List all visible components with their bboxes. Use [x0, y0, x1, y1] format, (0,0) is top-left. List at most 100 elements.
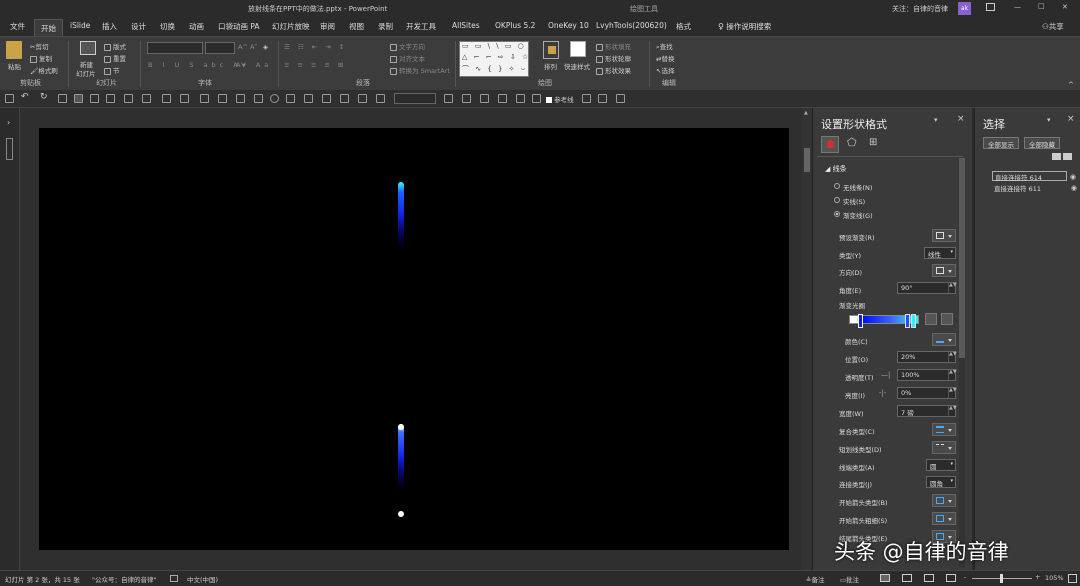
tab-insert[interactable]: 插入 [102, 21, 117, 32]
picture-icon[interactable] [462, 94, 471, 103]
rotate-icon[interactable] [180, 94, 189, 103]
save-icon[interactable] [5, 94, 14, 103]
presentation-icon[interactable] [58, 94, 67, 103]
shapes-gallery[interactable]: ▭ ▭ \ \ ▭ ○ ▭ △ ⌐ ⌐ ⇨ ⇩ ☆ ⌂ ⌒ ∿ { } ✧ ⌣ … [459, 41, 539, 77]
spinner-icon[interactable]: ▲▼ [948, 352, 957, 362]
spinner-icon[interactable]: ▲▼ [948, 283, 957, 293]
remove-stop-icon[interactable] [941, 313, 953, 325]
language-status[interactable]: 中文(中国) [187, 574, 218, 584]
shape-fill-button[interactable]: 形状填充 [596, 41, 631, 51]
gradient-line-upper[interactable] [398, 182, 404, 250]
eye-icon[interactable]: ◉ [1070, 173, 1076, 181]
tab-allsites[interactable]: AllSites [452, 21, 480, 30]
line-handle-start[interactable] [398, 424, 404, 430]
format-painter-button[interactable]: 🖌格式刷 [30, 65, 58, 75]
text-direction-button[interactable]: 文字方向 [390, 41, 425, 51]
font-color-icon[interactable]: A ▾ [236, 61, 246, 69]
merge-icon[interactable] [254, 94, 263, 103]
shape-icon[interactable] [236, 94, 245, 103]
tab-transitions[interactable]: 切换 [160, 21, 175, 32]
pentagon-icon[interactable]: ⬠ [847, 136, 857, 149]
paste-label[interactable]: 粘贴 [8, 61, 21, 71]
arrange-label[interactable]: 排列 [544, 61, 557, 71]
tab-slideshow[interactable]: 幻灯片放映 [272, 21, 310, 32]
align-icon[interactable] [106, 94, 115, 103]
brightness-slider[interactable]: -|- [879, 389, 886, 397]
distribute-icon[interactable] [124, 94, 133, 103]
cut-button[interactable]: ✂剪切 [30, 41, 48, 51]
width-input[interactable]: 7 磅 ▲▼ [897, 405, 957, 417]
expand-thumbnails-icon[interactable]: › [7, 118, 10, 127]
flip-icon[interactable] [516, 94, 525, 103]
size-properties-icon[interactable]: ⊞ [869, 137, 877, 148]
gradient-stop-1[interactable] [858, 314, 863, 328]
account-name[interactable]: 关注：自律的音律 [892, 4, 948, 14]
tab-design[interactable]: 设计 [131, 21, 146, 32]
label-gradient-line[interactable]: 渐变线(G) [843, 210, 873, 220]
tab-onekey[interactable]: OneKey 10 [548, 21, 589, 30]
move-up-icon[interactable] [1052, 153, 1061, 160]
angle-input[interactable]: 90° ▲▼ [897, 282, 957, 294]
eyedropper-icon[interactable] [582, 94, 591, 103]
align-text-button[interactable]: 对齐文本 [390, 53, 425, 63]
notes-button[interactable]: ≜备注 [806, 574, 824, 584]
eye-icon[interactable]: ◉ [1071, 184, 1077, 192]
redo-icon[interactable]: ↻ [40, 92, 48, 102]
shapes-row-icon[interactable]: △ ⌐ ⌐ ⇨ ⇩ ☆ ⌂ [462, 53, 541, 61]
group-icon[interactable] [162, 94, 171, 103]
replace-button[interactable]: ⇄替换 [656, 53, 674, 63]
gradient-stop-2[interactable] [905, 314, 910, 328]
slideshow-view-icon[interactable] [946, 574, 956, 582]
new-slide-label-2[interactable]: 幻灯片 [76, 68, 96, 78]
section-button[interactable]: 节 [104, 65, 120, 75]
arrange-icon[interactable] [304, 94, 313, 103]
spinner-icon[interactable]: ▲▼ [948, 388, 957, 398]
reading-view-icon[interactable] [924, 574, 934, 582]
transparency-input[interactable]: 100% ▲▼ [897, 369, 957, 381]
arrange-icon[interactable] [543, 41, 559, 59]
type-select[interactable]: 线性 ▾ [924, 247, 956, 259]
line-handle-end[interactable] [398, 511, 404, 517]
shape-fill-icon[interactable] [340, 94, 349, 103]
tab-pa[interactable]: 口袋动画 PA [218, 21, 260, 32]
preset-gradient-button[interactable] [932, 229, 956, 242]
find-button[interactable]: ⌕查找 [656, 41, 673, 52]
tab-developer[interactable]: 开发工具 [406, 21, 436, 32]
size-combo[interactable] [394, 93, 436, 104]
brush-icon[interactable] [200, 94, 209, 103]
link-icon[interactable] [532, 94, 541, 103]
tell-me-search[interactable]: ♀ 操作说明搜索 [718, 21, 771, 32]
outline-icon[interactable] [358, 94, 367, 103]
maximize-button[interactable]: □ [1038, 2, 1045, 10]
tab-record[interactable]: 录制 [378, 21, 393, 32]
tab-lvyhtools[interactable]: LvyhTools(200620) [596, 21, 667, 30]
bring-front-icon[interactable] [480, 94, 489, 103]
compound-type-button[interactable] [932, 423, 956, 436]
vertical-scrollbar[interactable]: ▲ [802, 108, 812, 570]
move-down-icon[interactable] [1063, 153, 1072, 160]
collapse-ribbon-icon[interactable]: ^ [1068, 81, 1074, 89]
begin-arrow-size-button[interactable] [932, 512, 956, 525]
format-painter-icon[interactable] [74, 94, 83, 103]
slide-canvas[interactable] [39, 128, 789, 550]
list-item[interactable]: 直接连接符 611 ◉ [992, 183, 1077, 193]
pane-scroll-thumb[interactable] [959, 158, 965, 358]
shape-effects-button[interactable]: 形状效果 [596, 65, 631, 75]
tab-home[interactable]: 开始 [34, 19, 63, 36]
avatar[interactable]: ak [958, 2, 971, 15]
layout-button[interactable]: 版式 [104, 41, 126, 51]
hide-all-button[interactable]: 全部隐藏 [1024, 137, 1060, 149]
spinner-icon[interactable]: ▲▼ [948, 370, 957, 380]
copy-button[interactable]: 复制 [30, 53, 52, 63]
more-icon[interactable] [616, 94, 625, 103]
font-style-buttons[interactable]: B I U S abc AV Aa [148, 61, 272, 69]
list-item[interactable]: 直接连接符 614 ◉ [992, 171, 1076, 182]
tab-islide[interactable]: iSlide [70, 21, 90, 30]
line-section-header[interactable]: ◢ 线条 [825, 164, 847, 174]
sorter-view-icon[interactable] [902, 574, 912, 582]
dash-type-button[interactable] [932, 441, 956, 454]
label-no-line[interactable]: 无线条(N) [843, 182, 872, 192]
tab-okplus[interactable]: OKPlus 5.2 [495, 21, 535, 30]
comments-button[interactable]: ▭批注 [840, 574, 859, 584]
pane-close-icon[interactable]: × [957, 114, 965, 124]
